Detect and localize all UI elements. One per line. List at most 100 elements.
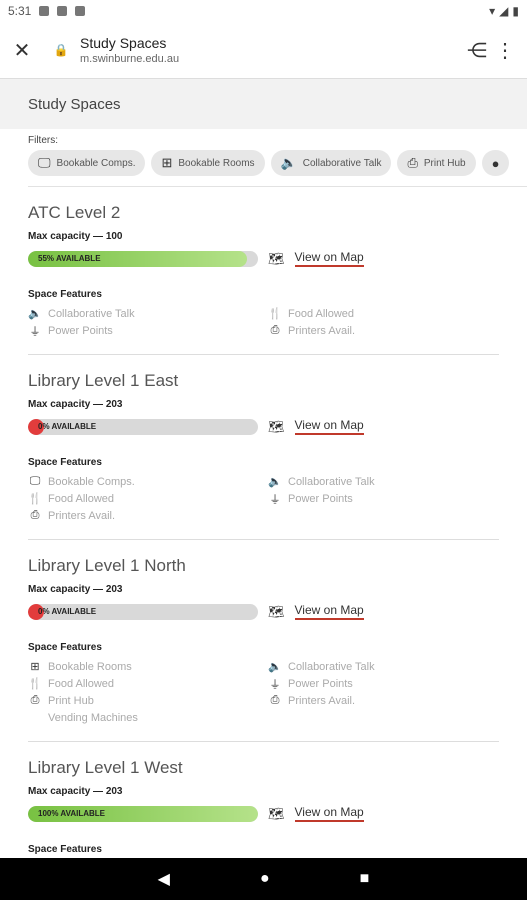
filter-chip-label: Print Hub — [423, 157, 466, 169]
map-icon: 🗺 — [268, 603, 285, 619]
feature-label: Printers Avail. — [48, 509, 116, 522]
feature-label: Print Hub — [48, 694, 94, 707]
feature-item: 🖵 Bookable Comps. — [28, 474, 268, 489]
space-features-title: Space Features — [28, 457, 102, 468]
space-card: Library Level 1 East Max capacity — 203 … — [0, 355, 527, 523]
space-capacity: Max capacity — 203 — [28, 584, 123, 595]
filter-chip-bookable-comps[interactable]: 🖵 Bookable Comps. — [28, 150, 146, 176]
availability-bar: 0% AVAILABLE — [28, 603, 258, 620]
filter-chip-print-hub[interactable]: ⎙ Print Hub — [397, 150, 476, 176]
food-icon: 🍴 — [28, 678, 42, 690]
home-icon[interactable]: ● — [260, 870, 270, 888]
power-icon: ⏚ — [269, 678, 281, 691]
space-capacity: Max capacity — 203 — [28, 399, 123, 410]
feature-item: 🔈 Collaborative Talk — [268, 659, 468, 674]
feature-item: Vending Machines — [28, 710, 268, 725]
feature-label: Collaborative Talk — [288, 475, 375, 488]
feature-item: 🍴 Food Allowed — [28, 491, 268, 506]
more-vert-icon[interactable]: ⋮ — [491, 36, 519, 64]
space-title: Library Level 1 North — [28, 556, 186, 575]
space-capacity: Max capacity — 100 — [28, 231, 123, 242]
feature-label: Power Points — [288, 677, 353, 690]
printer-icon: ⎙ — [30, 509, 40, 521]
space-features: ⊞ Bookable Rooms 🔈 Collaborative Talk 🍴 Foo… — [28, 659, 499, 725]
wifi-icon: ▾ — [489, 4, 496, 18]
feature-label: Food Allowed — [48, 492, 115, 505]
feature-label: Printers Avail. — [288, 694, 356, 707]
feature-item: 🔈 Collaborative Talk — [268, 474, 468, 489]
space-title: Library Level 1 East — [28, 371, 179, 390]
filter-chip-more[interactable]: ● — [481, 150, 510, 176]
status-bar: 5:31 ▾ ◢ ▮ — [0, 0, 527, 22]
feature-label: Collaborative Talk — [288, 660, 375, 673]
sd-card-icon — [57, 6, 68, 16]
dot-icon: ● — [491, 155, 500, 171]
view-on-map-link[interactable]: View on Map — [294, 418, 364, 435]
availability-bar: 0% AVAILABLE — [28, 418, 258, 435]
volume-icon: 🔈 — [268, 476, 282, 488]
feature-item: ⎙ Print Hub — [28, 693, 268, 708]
page-title: Study Spaces — [0, 79, 527, 129]
browser-toolbar: ✕ 🔒 Study Spaces m.swinburne.edu.au ⋲ ⋮ — [0, 22, 527, 79]
meeting-room-icon: ⊞ — [161, 155, 173, 170]
toolbar-title: Study Spaces — [80, 35, 167, 51]
feature-item: ⎙ Printers Avail. — [268, 323, 468, 338]
availability-label: 0% AVAILABLE — [38, 421, 97, 431]
volume-icon: 🔈 — [268, 661, 282, 673]
share-icon[interactable]: ⋲ — [463, 36, 491, 64]
feature-item: 🔈 Collaborative Talk — [28, 306, 268, 321]
feature-label: Food Allowed — [288, 307, 355, 320]
feature-label: Bookable Rooms — [48, 660, 132, 673]
filters: Filters: 🖵 Bookable Comps. ⊞ Bookable Ro… — [0, 129, 527, 187]
space-capacity: Max capacity — 203 — [28, 786, 123, 797]
print-search-icon: ⎙ — [407, 155, 418, 170]
close-icon[interactable]: ✕ — [8, 36, 36, 64]
availability-bar: 100% AVAILABLE — [28, 805, 258, 822]
space-features-title: Space Features — [28, 289, 102, 300]
printer-icon: ⎙ — [270, 324, 280, 336]
space-card: Library Level 1 West Max capacity — 203 … — [0, 742, 527, 855]
filter-chip-collaborative-talk[interactable]: 🔈 Collaborative Talk — [270, 150, 392, 176]
lock-icon: 🔒 — [53, 43, 69, 57]
filters-label: Filters: — [28, 135, 58, 146]
battery-icon: ▮ — [512, 4, 519, 18]
view-on-map-link[interactable]: View on Map — [294, 805, 364, 822]
availability-label: 0% AVAILABLE — [38, 606, 97, 616]
availability-label: 55% AVAILABLE — [38, 253, 101, 263]
back-icon[interactable]: ◀ — [158, 869, 170, 889]
food-icon: 🍴 — [28, 493, 42, 505]
toolbar-url: m.swinburne.edu.au — [80, 53, 180, 65]
system-nav-bar: ◀ ● ■ — [0, 858, 527, 900]
sync-icon — [75, 6, 86, 16]
recents-icon[interactable]: ■ — [360, 870, 370, 888]
view-on-map-link[interactable]: View on Map — [294, 250, 364, 267]
feature-item: ⊞ Bookable Rooms — [28, 659, 268, 674]
map-icon: 🗺 — [268, 250, 285, 266]
power-icon: ⏚ — [29, 325, 41, 338]
signal-icon: ◢ — [499, 4, 509, 18]
filter-chip-label: Bookable Rooms — [178, 157, 255, 169]
view-on-map-link[interactable]: View on Map — [294, 603, 364, 620]
status-time: 5:31 — [8, 4, 32, 18]
food-icon: 🍴 — [268, 308, 282, 320]
feature-label: Food Allowed — [48, 677, 115, 690]
feature-item: ⏚ Power Points — [268, 676, 468, 691]
map-icon: 🗺 — [268, 418, 285, 434]
power-icon: ⏚ — [269, 493, 281, 506]
feature-label: Collaborative Talk — [48, 307, 135, 320]
availability-bar: 55% AVAILABLE — [28, 250, 258, 267]
feature-item: ⏚ Power Points — [28, 323, 268, 338]
computer-icon: 🖵 — [38, 155, 51, 170]
feature-label: Printers Avail. — [288, 324, 356, 337]
computer-icon: 🖵 — [29, 475, 41, 487]
space-features: 🖵 Bookable Comps. 🔈 Collaborative Talk 🍴 Fo… — [28, 474, 499, 523]
filter-chips: 🖵 Bookable Comps. ⊞ Bookable Rooms 🔈 Col… — [28, 150, 527, 176]
feature-label: Bookable Comps. — [48, 475, 135, 488]
volume-icon: 🔈 — [280, 155, 297, 170]
filter-chip-bookable-rooms[interactable]: ⊞ Bookable Rooms — [151, 150, 265, 176]
filter-chip-label: Bookable Comps. — [56, 157, 136, 169]
space-features: 🔈 Collaborative Talk 🍴 Food Allowed ⏚ Power… — [28, 306, 499, 338]
space-features-title: Space Features — [28, 642, 102, 653]
feature-label: Power Points — [288, 492, 353, 505]
feature-item: ⎙ Printers Avail. — [268, 693, 468, 708]
